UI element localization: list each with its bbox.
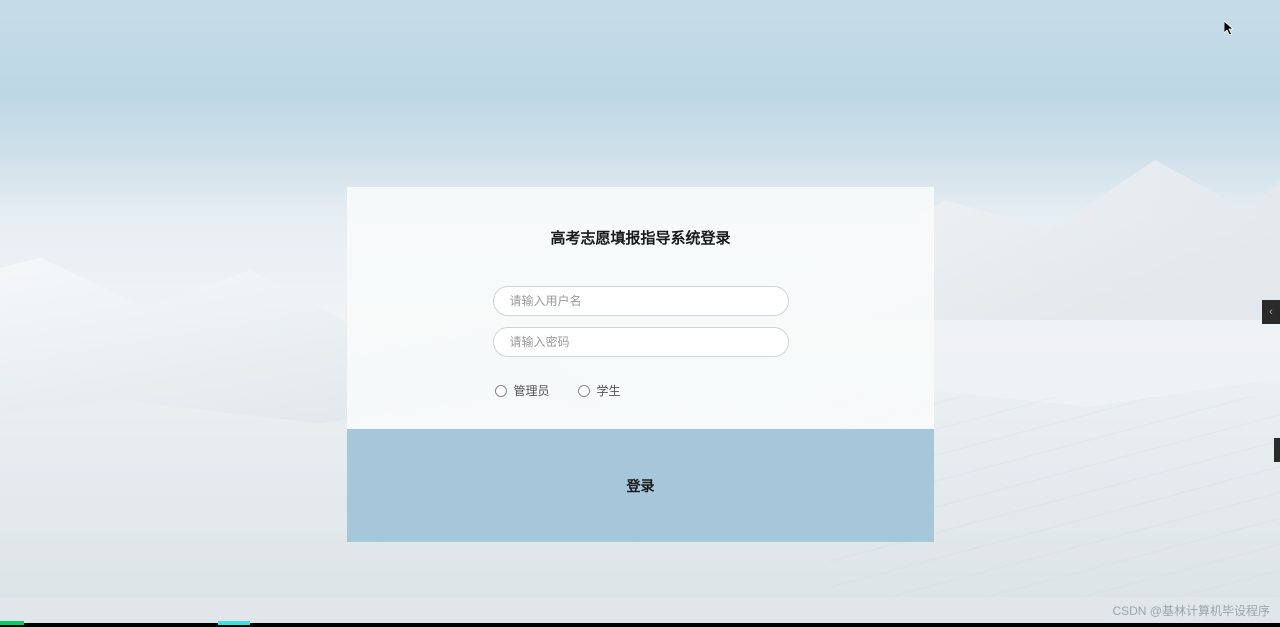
role-label-student: 学生	[597, 382, 621, 399]
video-progress-played	[0, 621, 24, 625]
login-title: 高考志愿填报指导系统登录	[550, 227, 730, 248]
role-radio-student[interactable]: 学生	[578, 382, 621, 399]
login-form-area: 高考志愿填报指导系统登录 管理员 学生	[347, 187, 934, 429]
radio-icon	[578, 385, 590, 397]
watermark-text: CSDN @基林计算机毕设程序	[1112, 602, 1270, 619]
role-radio-group: 管理员 学生	[493, 382, 789, 399]
role-label-admin: 管理员	[514, 382, 550, 399]
radio-icon	[495, 385, 507, 397]
login-button-label: 登录	[627, 476, 655, 496]
role-radio-admin[interactable]: 管理员	[495, 382, 550, 399]
video-progress-track[interactable]	[0, 623, 1280, 627]
chevron-left-icon: ‹	[1269, 306, 1273, 318]
username-input[interactable]	[493, 286, 789, 316]
video-progress-buffered	[218, 621, 250, 625]
password-input[interactable]	[493, 327, 789, 357]
side-collapse-tab[interactable]: ‹	[1262, 300, 1280, 324]
side-tab-secondary[interactable]	[1274, 438, 1280, 462]
login-button[interactable]: 登录	[347, 429, 934, 542]
login-card: 高考志愿填报指导系统登录 管理员 学生 登录	[347, 187, 934, 542]
